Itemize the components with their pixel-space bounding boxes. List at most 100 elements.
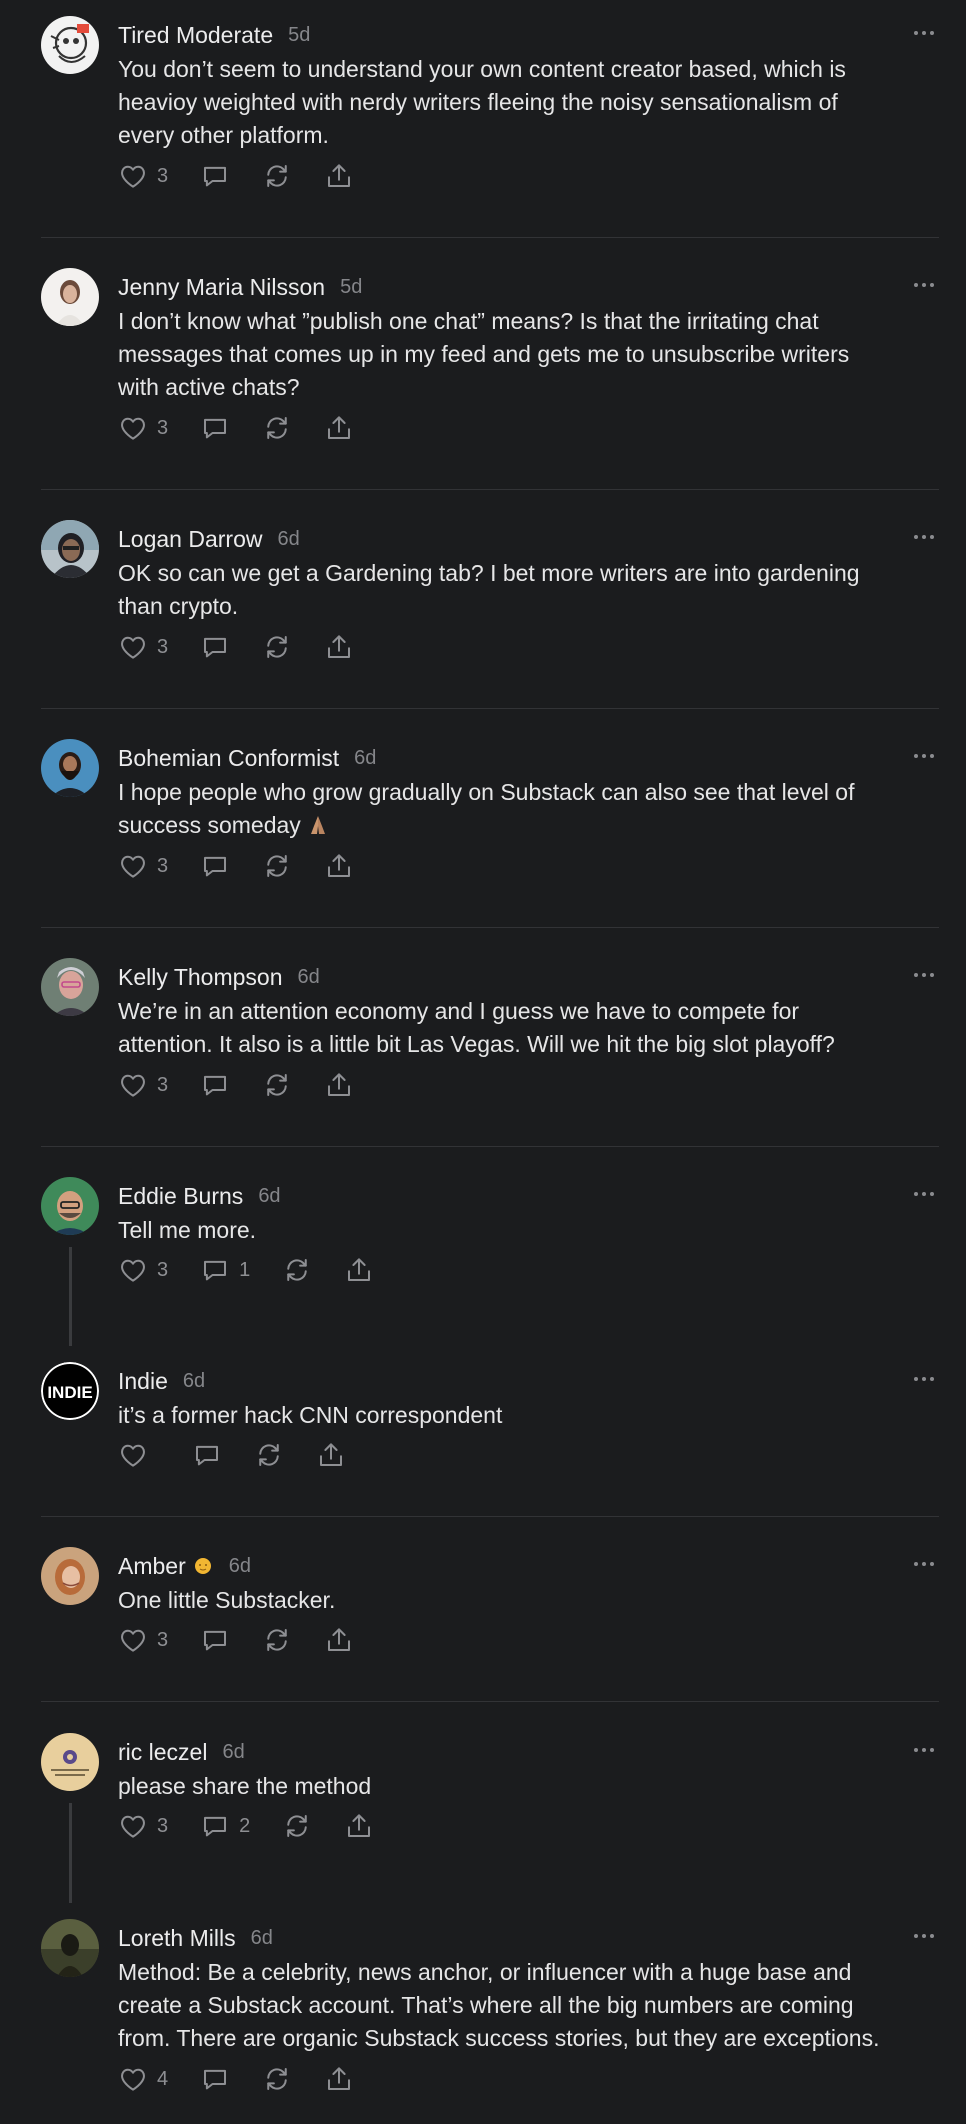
share-button[interactable] <box>324 849 354 883</box>
restack-button[interactable] <box>282 1253 312 1287</box>
thread-line <box>69 1803 72 1903</box>
reply-button[interactable] <box>192 1438 222 1472</box>
comment: Eddie Burns 6d Tell me more. 3 1 <box>0 1177 966 1346</box>
more-options-button[interactable] <box>906 745 942 767</box>
avatar[interactable] <box>41 1547 99 1605</box>
more-options-button[interactable] <box>906 1739 942 1761</box>
reply-button[interactable]: 1 <box>200 1253 250 1287</box>
avatar[interactable]: INDIE <box>41 1362 99 1420</box>
comment-actions: 3 <box>118 411 386 445</box>
author-name[interactable]: Kelly Thompson <box>118 964 283 991</box>
more-options-button[interactable] <box>906 274 942 296</box>
restack-icon <box>262 851 292 881</box>
more-options-button[interactable] <box>906 22 942 44</box>
more-options-button[interactable] <box>906 526 942 548</box>
like-button[interactable] <box>118 1438 148 1472</box>
reply-button[interactable] <box>200 1068 230 1102</box>
more-options-button[interactable] <box>906 964 942 986</box>
like-button[interactable]: 4 <box>118 2062 168 2096</box>
restack-button[interactable] <box>262 159 292 193</box>
reply-button[interactable] <box>200 630 230 664</box>
timestamp[interactable]: 6d <box>354 747 376 770</box>
more-options-button[interactable] <box>906 1183 942 1205</box>
restack-button[interactable] <box>262 849 292 883</box>
restack-button[interactable] <box>262 2062 292 2096</box>
share-button[interactable] <box>316 1438 346 1472</box>
share-button[interactable] <box>344 1809 374 1843</box>
share-button[interactable] <box>324 411 354 445</box>
divider <box>41 927 939 928</box>
share-button[interactable] <box>324 1623 354 1657</box>
comment: Jenny Maria Nilsson 5d I don’t know what ”… <box>0 268 966 490</box>
more-options-button[interactable] <box>906 1925 942 1947</box>
like-button[interactable]: 3 <box>118 1068 168 1102</box>
like-button[interactable]: 3 <box>118 1809 168 1843</box>
timestamp[interactable]: 6d <box>277 528 299 551</box>
share-button[interactable] <box>344 1253 374 1287</box>
timestamp[interactable]: 6d <box>222 1741 244 1764</box>
reply-button[interactable] <box>200 849 230 883</box>
comment-header: Loreth Mills 6d <box>118 1921 273 1955</box>
restack-button[interactable] <box>262 411 292 445</box>
restack-button[interactable] <box>262 630 292 664</box>
like-button[interactable]: 3 <box>118 411 168 445</box>
heart-icon <box>118 2064 148 2094</box>
author-name[interactable]: ric leczel <box>118 1739 207 1766</box>
divider <box>41 708 939 709</box>
author-name[interactable]: Bohemian Conformist <box>118 745 339 772</box>
timestamp[interactable]: 6d <box>183 1370 205 1393</box>
restack-button[interactable] <box>262 1623 292 1657</box>
author-name[interactable]: Eddie Burns <box>118 1183 243 1210</box>
author-name[interactable]: Loreth Mills <box>118 1925 236 1952</box>
comment-actions: 3 <box>118 159 386 193</box>
more-options-button[interactable] <box>906 1553 942 1575</box>
restack-icon <box>262 1625 292 1655</box>
share-icon <box>324 851 354 881</box>
share-button[interactable] <box>324 2062 354 2096</box>
share-button[interactable] <box>324 630 354 664</box>
restack-button[interactable] <box>282 1809 312 1843</box>
avatar[interactable] <box>41 1919 99 1977</box>
author-name[interactable]: Logan Darrow <box>118 526 262 553</box>
like-button[interactable]: 3 <box>118 849 168 883</box>
comment-line: with active chats? <box>118 374 300 400</box>
more-options-button[interactable] <box>906 1368 942 1390</box>
avatar[interactable] <box>41 958 99 1016</box>
like-button[interactable]: 3 <box>118 159 168 193</box>
author-name[interactable]: Tired Moderate <box>118 22 273 49</box>
share-button[interactable] <box>324 159 354 193</box>
avatar[interactable] <box>41 1177 99 1235</box>
avatar[interactable] <box>41 1733 99 1791</box>
like-button[interactable]: 3 <box>118 1623 168 1657</box>
avatar[interactable] <box>41 268 99 326</box>
share-button[interactable] <box>324 1068 354 1102</box>
author-name[interactable]: Indie <box>118 1368 168 1395</box>
restack-button[interactable] <box>262 1068 292 1102</box>
reply-button[interactable] <box>200 411 230 445</box>
like-count: 3 <box>157 164 169 187</box>
timestamp[interactable]: 6d <box>229 1555 251 1578</box>
author-name[interactable]: Amber <box>118 1553 186 1580</box>
timestamp[interactable]: 5d <box>288 24 310 47</box>
comment-icon <box>200 413 230 443</box>
timestamp[interactable]: 6d <box>298 966 320 989</box>
restack-button[interactable] <box>254 1438 284 1472</box>
comment-actions: 3 <box>118 1623 386 1657</box>
comment-header: ric leczel 6d <box>118 1735 245 1769</box>
author-name[interactable]: Jenny Maria Nilsson <box>118 274 325 301</box>
reply-button[interactable] <box>200 159 230 193</box>
reply-button[interactable] <box>200 1623 230 1657</box>
timestamp[interactable]: 6d <box>251 1927 273 1950</box>
like-button[interactable]: 3 <box>118 1253 168 1287</box>
timestamp[interactable]: 6d <box>258 1185 280 1208</box>
like-button[interactable]: 3 <box>118 630 168 664</box>
avatar[interactable] <box>41 16 99 74</box>
timestamp[interactable]: 5d <box>340 276 362 299</box>
comment-actions: 3 <box>118 630 386 664</box>
avatar[interactable] <box>41 520 99 578</box>
comment: Logan Darrow 6d OK so can we get a Gardeni… <box>0 520 966 709</box>
reply-button[interactable]: 2 <box>200 1809 250 1843</box>
reply-button[interactable] <box>200 2062 230 2096</box>
comment-body: I don’t know what ”publish one chat” mea… <box>118 305 938 404</box>
avatar[interactable] <box>41 739 99 797</box>
